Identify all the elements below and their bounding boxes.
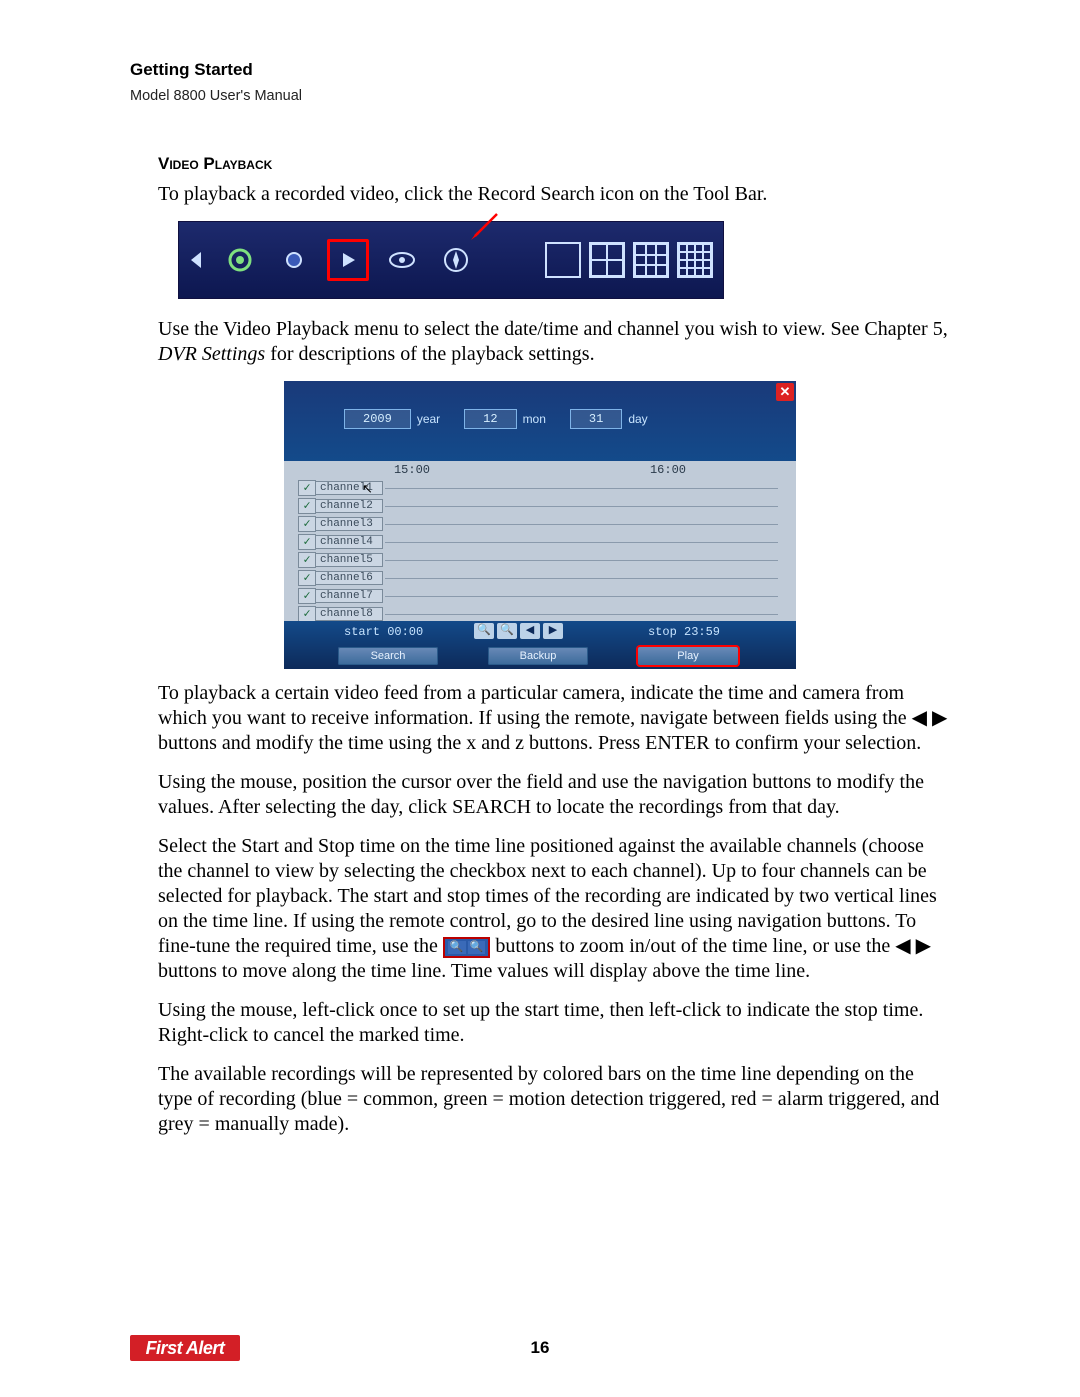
zoom-out-icon[interactable]: 🔍 xyxy=(474,623,494,639)
single-view-icon[interactable] xyxy=(545,242,581,278)
paragraph-2: To playback a certain video feed from a … xyxy=(158,681,950,756)
playback-menu-figure: ✕ 2009 year 12 mon 31 day 15:00 16:00 ✓c… xyxy=(284,381,796,661)
section-heading-text: Video Playback xyxy=(158,154,272,173)
inline-zoom-icon: 🔍🔍 xyxy=(443,937,490,959)
paragraph-3: Using the mouse, position the cursor ove… xyxy=(158,770,950,820)
channel-timeline[interactable] xyxy=(385,578,778,579)
channel-label: channel7 xyxy=(316,589,383,603)
left-triangle-icon[interactable] xyxy=(185,239,207,281)
channel-label: channel8 xyxy=(316,607,383,621)
ptz-compass-icon[interactable] xyxy=(435,239,477,281)
quad-view-icon[interactable] xyxy=(589,242,625,278)
channel-timeline[interactable] xyxy=(385,506,778,507)
start-time-label: start 00:00 xyxy=(344,625,423,639)
channel-row: ✓channel7 xyxy=(298,587,778,605)
channel-checkbox[interactable]: ✓ xyxy=(298,606,316,621)
preview-eye-icon[interactable] xyxy=(381,239,423,281)
section-heading: Video Playback xyxy=(158,154,950,174)
header-section: Getting Started xyxy=(130,60,950,80)
channel-timeline[interactable] xyxy=(385,614,778,615)
gear-icon[interactable] xyxy=(219,239,261,281)
header-manual: Model 8800 User's Manual xyxy=(130,88,950,104)
close-icon[interactable]: ✕ xyxy=(776,383,794,401)
channel-checkbox[interactable]: ✓ xyxy=(298,534,316,550)
play-icon[interactable] xyxy=(327,239,369,281)
channel-label: channel5 xyxy=(316,553,383,567)
zoom-controls: 🔍 🔍 ◀ ▶ xyxy=(474,623,563,639)
search-button[interactable]: Search xyxy=(338,647,438,665)
channel-row: ✓channel4 xyxy=(298,533,778,551)
time-label-right: 16:00 xyxy=(650,463,686,477)
page-footer: First Alert 16 xyxy=(130,1335,950,1361)
channel-checkbox[interactable]: ✓ xyxy=(298,480,316,496)
zoom-in-icon[interactable]: 🔍 xyxy=(497,623,517,639)
step-fwd-icon[interactable]: ▶ xyxy=(543,623,563,639)
paragraph-6: The available recordings will be represe… xyxy=(158,1062,950,1137)
time-label-left: 15:00 xyxy=(394,463,430,477)
channel-timeline[interactable] xyxy=(385,488,778,489)
callout-arrow-icon xyxy=(469,212,499,242)
year-label: year xyxy=(417,412,440,426)
channel-row: ✓channel8 xyxy=(298,605,778,621)
channel-row: ✓channel5 xyxy=(298,551,778,569)
toolbar-figure xyxy=(178,221,724,299)
stop-time-label: stop 23:59 xyxy=(648,625,720,639)
menu-text-italic: DVR Settings xyxy=(158,343,265,365)
channel-row: ✓channel2 xyxy=(298,497,778,515)
paragraph-5: Using the mouse, left-click once to set … xyxy=(158,998,950,1048)
play-button[interactable]: Play xyxy=(638,647,738,665)
menu-text-a: Use the Video Playback menu to select th… xyxy=(158,318,948,340)
menu-paragraph: Use the Video Playback menu to select th… xyxy=(158,317,950,367)
month-field[interactable]: 12 xyxy=(464,409,516,429)
channel-timeline[interactable] xyxy=(385,542,778,543)
channel-checkbox[interactable]: ✓ xyxy=(298,588,316,604)
month-label: mon xyxy=(523,412,546,426)
paragraph-4: Select the Start and Stop time on the ti… xyxy=(158,834,950,984)
channel-label: channel2 xyxy=(316,499,383,513)
day-label: day xyxy=(628,412,647,426)
channel-label: channel3 xyxy=(316,517,383,531)
cursor-icon: ↖ xyxy=(362,481,373,497)
channel-row: ✓channel6 xyxy=(298,569,778,587)
channel-timeline[interactable] xyxy=(385,596,778,597)
record-dot-icon[interactable] xyxy=(273,239,315,281)
channel-label: channel6 xyxy=(316,571,383,585)
channel-timeline[interactable] xyxy=(385,560,778,561)
channel-label: channel4 xyxy=(316,535,383,549)
page-number: 16 xyxy=(130,1338,950,1358)
channel-timeline[interactable] xyxy=(385,524,778,525)
day-field[interactable]: 31 xyxy=(570,409,622,429)
channel-checkbox[interactable]: ✓ xyxy=(298,516,316,532)
nine-view-icon[interactable] xyxy=(633,242,669,278)
intro-paragraph: To playback a recorded video, click the … xyxy=(158,182,950,207)
channel-label: channel1 xyxy=(316,481,383,495)
sixteen-view-icon[interactable] xyxy=(677,242,713,278)
step-back-icon[interactable]: ◀ xyxy=(520,623,540,639)
channel-row: ✓channel3 xyxy=(298,515,778,533)
channel-checkbox[interactable]: ✓ xyxy=(298,552,316,568)
year-field[interactable]: 2009 xyxy=(344,409,411,429)
channel-checkbox[interactable]: ✓ xyxy=(298,498,316,514)
menu-text-c: for descriptions of the playback setting… xyxy=(265,343,594,365)
channel-checkbox[interactable]: ✓ xyxy=(298,570,316,586)
backup-button[interactable]: Backup xyxy=(488,647,588,665)
